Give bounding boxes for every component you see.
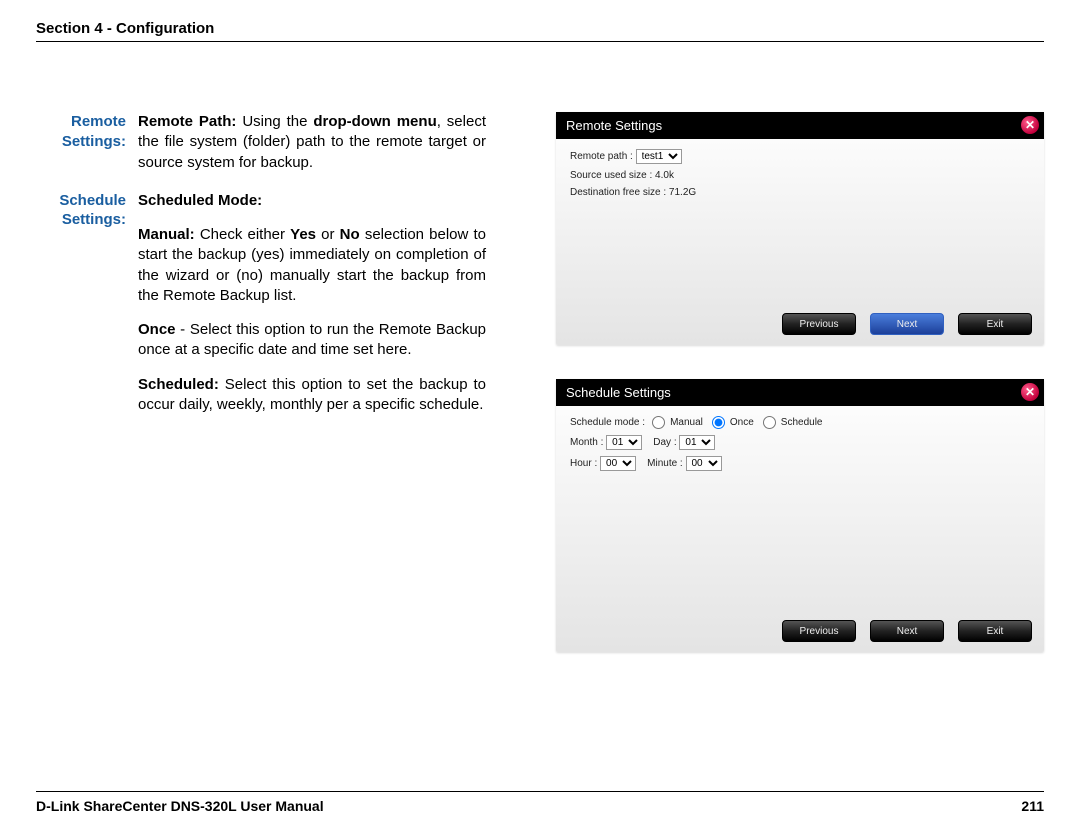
month-select[interactable]: 01 — [606, 435, 642, 450]
previous-button[interactable]: Previous — [782, 313, 856, 335]
next-button[interactable]: Next — [870, 313, 944, 335]
panel-title: Schedule Settings — [566, 385, 671, 400]
footer-page-number: 211 — [1021, 798, 1044, 814]
exit-button[interactable]: Exit — [958, 620, 1032, 642]
panel-header: Remote Settings ✕ — [556, 112, 1044, 139]
radio-manual-label: Manual — [670, 417, 703, 428]
remote-path-label: Remote path : — [570, 151, 633, 162]
remote-path-select[interactable]: test1 — [636, 149, 682, 164]
remote-settings-label: Remote Settings: — [36, 112, 138, 173]
page-footer: D-Link ShareCenter DNS-320L User Manual … — [36, 791, 1044, 814]
hour-select[interactable]: 00 — [600, 456, 636, 471]
radio-manual[interactable] — [652, 416, 665, 429]
dest-size-text: Destination free size : 71.2G — [570, 187, 1030, 198]
month-label: Month : — [570, 437, 603, 448]
remote-settings-body: Remote Path: Using the drop-down menu, s… — [138, 112, 486, 173]
section-header: Section 4 - Configuration — [36, 20, 1044, 42]
hour-label: Hour : — [570, 458, 597, 469]
minute-label: Minute : — [647, 458, 683, 469]
schedule-settings-panel: Schedule Settings ✕ Schedule mode : Manu… — [556, 379, 1044, 652]
minute-select[interactable]: 00 — [686, 456, 722, 471]
schedule-mode-label: Schedule mode : — [570, 417, 645, 428]
next-button[interactable]: Next — [870, 620, 944, 642]
schedule-settings-body: Scheduled Mode: Manual: Check either Yes… — [138, 191, 486, 415]
source-size-text: Source used size : 4.0k — [570, 170, 1030, 181]
footer-manual-title: D-Link ShareCenter DNS-320L User Manual — [36, 798, 324, 814]
close-icon[interactable]: ✕ — [1021, 383, 1039, 401]
close-icon[interactable]: ✕ — [1021, 116, 1039, 134]
panel-header: Schedule Settings ✕ — [556, 379, 1044, 406]
radio-schedule[interactable] — [763, 416, 776, 429]
previous-button[interactable]: Previous — [782, 620, 856, 642]
radio-once-label: Once — [730, 417, 754, 428]
schedule-mode-row: Schedule mode : Manual Once Schedule — [570, 416, 822, 429]
schedule-settings-label: Schedule Settings: — [36, 191, 138, 415]
day-select[interactable]: 01 — [679, 435, 715, 450]
radio-once[interactable] — [712, 416, 725, 429]
panel-title: Remote Settings — [566, 118, 662, 133]
definitions-column: Remote Settings: Remote Path: Using the … — [36, 112, 486, 652]
remote-settings-panel: Remote Settings ✕ Remote path : test1 So… — [556, 112, 1044, 345]
exit-button[interactable]: Exit — [958, 313, 1032, 335]
day-label: Day : — [653, 437, 676, 448]
radio-schedule-label: Schedule — [781, 417, 823, 428]
